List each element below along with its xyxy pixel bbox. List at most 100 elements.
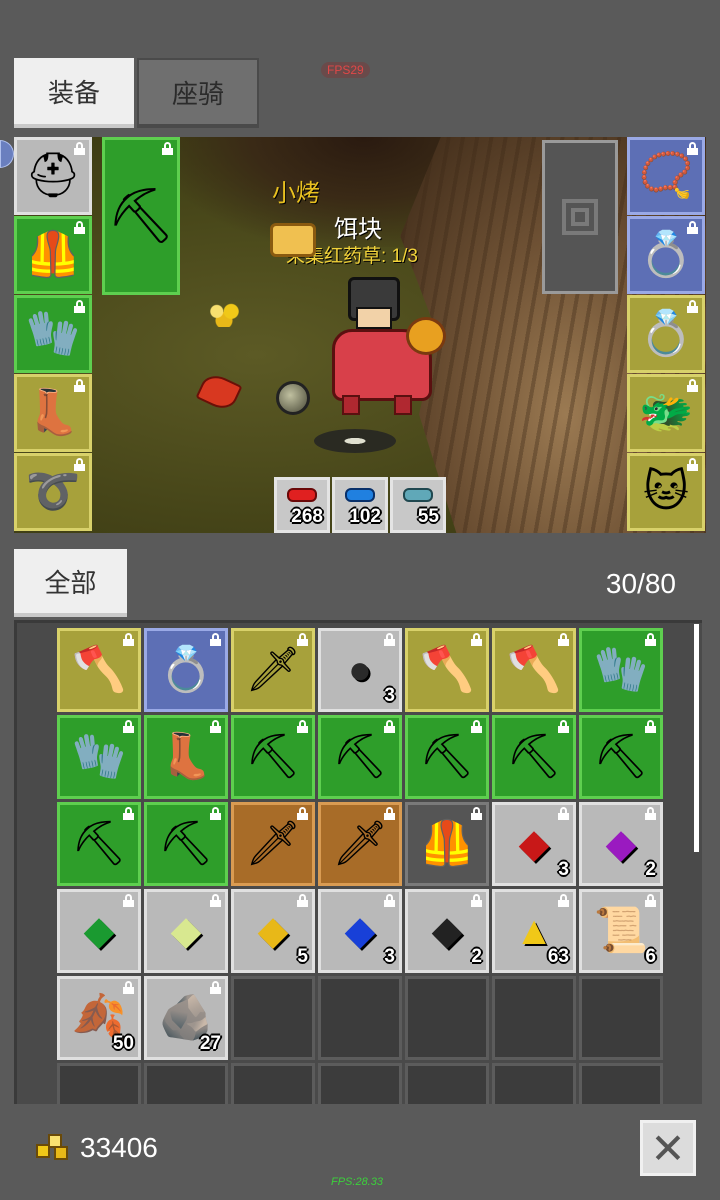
inventory-slot[interactable]: ● 3 [318,628,402,712]
inventory-slot[interactable]: 🗡 [231,628,315,712]
boots-icon: 👢 [25,388,81,437]
inventory-slot-empty[interactable] [57,1063,141,1104]
inventory-slot-empty[interactable] [231,976,315,1060]
equip-slot-pet-card-2[interactable]: 🐱 [627,453,705,531]
inventory-slot-empty[interactable] [318,976,402,1060]
lock-icon [123,894,134,907]
inventory-slot-empty[interactable] [579,976,663,1060]
pickaxe-icon: ⛏ [106,186,176,246]
pickaxe-icon: ⛏ [506,732,562,781]
inventory-slot-empty[interactable] [492,976,576,1060]
black-gem-icon: ◆ [431,909,463,953]
sword-icon: 🗡 [245,645,301,694]
gold-icon [36,1134,70,1162]
lock-icon [384,720,395,733]
equip-slot-belt[interactable]: ➰ [14,453,92,531]
hotbar-slot-teal-potion[interactable]: 55 [390,477,446,533]
equip-slot-ring-2[interactable]: 💍 [627,295,705,373]
inventory-slot-empty[interactable] [405,976,489,1060]
gold-pile-icon: ▲ [514,909,554,953]
inventory-slot[interactable]: ◆ 2 [405,889,489,973]
lock-icon [297,633,308,646]
close-button[interactable]: ✕ [640,1120,696,1176]
blue-gem-icon: ◆ [344,909,376,953]
inventory-slot[interactable]: 🪨 27 [144,976,228,1060]
inventory-slot[interactable]: 🪓 [57,628,141,712]
player-sprite [332,277,462,427]
tab-mount[interactable]: 座骑 [137,58,259,128]
inventory-slot[interactable]: ◆ 3 [318,889,402,973]
lock-icon [123,981,134,994]
purple-gem-icon: ◆ [605,822,637,866]
blue-potion-icon [345,488,375,502]
equip-slot-necklace[interactable]: 📿 [627,137,705,215]
lock-icon [558,807,569,820]
inventory-slot[interactable]: ⛏ [318,715,402,799]
inventory-slot[interactable]: ◆ [57,889,141,973]
inventory-slot[interactable]: ▲ 63 [492,889,576,973]
lock-icon [645,894,656,907]
inventory-slot[interactable]: ⛏ [405,715,489,799]
inventory-slot[interactable]: ⛏ [144,802,228,886]
target-toggle-button[interactable] [542,140,618,294]
inventory-slot[interactable]: ⛏ [492,715,576,799]
inventory-slot[interactable]: 🧤 [57,715,141,799]
inventory-slot[interactable]: ⛏ [57,802,141,886]
inventory-slot[interactable]: 🍂 50 [57,976,141,1060]
inventory-slot[interactable]: 🗡 [318,802,402,886]
lock-icon [471,894,482,907]
inventory-slot[interactable]: 🦺 [405,802,489,886]
dark-armor-icon: 🦺 [419,819,475,868]
pale-gem-icon: ◆ [170,909,202,953]
inventory-slot[interactable]: ⛏ [231,715,315,799]
hotbar-slot-blue-potion[interactable]: 102 [332,477,388,533]
inventory-slot[interactable]: 📜 6 [579,889,663,973]
inventory-slot-empty[interactable] [318,1063,402,1104]
inventory-slot[interactable]: 👢 [144,715,228,799]
inventory-slot-empty[interactable] [231,1063,315,1104]
leather-armor-icon: 🦺 [25,230,81,279]
potion-count: 268 [291,506,323,527]
equip-slot-pet-card-1[interactable]: 🐲 [627,374,705,452]
axe-icon: 🪓 [506,645,562,694]
green-gem-icon: ◆ [83,909,115,953]
hotbar-slot-red-potion[interactable]: 268 [274,477,330,533]
equip-slot-ring-1[interactable]: 💍 [627,216,705,294]
inventory-slot[interactable]: ◆ 5 [231,889,315,973]
lock-icon [384,807,395,820]
side-toggle-tab[interactable] [0,140,14,168]
inventory-slot[interactable]: ◆ 3 [492,802,576,886]
boots-icon: 👢 [158,732,214,781]
equip-slot-helmet[interactable]: ⛑ [14,137,92,215]
inventory-slot[interactable]: 🪓 [492,628,576,712]
inventory-slot[interactable]: ⛏ [579,715,663,799]
item-count: 6 [645,946,656,967]
filter-all-button[interactable]: 全部 [14,549,127,617]
inventory-slot[interactable]: ◆ [144,889,228,973]
equip-slot-armor[interactable]: 🦺 [14,216,92,294]
inventory-scrollbar[interactable] [694,624,699,852]
inventory-slot-empty[interactable] [579,1063,663,1104]
equip-slot-boots[interactable]: 👢 [14,374,92,452]
weapon-slot[interactable]: ⛏ [102,137,180,295]
gloves-icon: 🧤 [25,309,81,358]
inventory-slot[interactable]: 🪓 [405,628,489,712]
lock-icon [558,633,569,646]
equip-slot-gloves[interactable]: 🧤 [14,295,92,373]
inventory-slot-empty[interactable] [144,1063,228,1104]
inventory-slot[interactable]: 🗡 [231,802,315,886]
lock-icon [297,720,308,733]
inventory-slot-empty[interactable] [405,1063,489,1104]
horned-helmet-icon: ⛑ [25,151,81,200]
inventory-slot[interactable]: 💍 [144,628,228,712]
lock-icon [74,458,85,471]
item-count: 27 [199,1033,221,1054]
inventory-slot[interactable]: 🧤 [579,628,663,712]
lock-icon [687,379,698,392]
inventory-slot[interactable]: ◆ 2 [579,802,663,886]
lock-icon [74,300,85,313]
inventory-slot-empty[interactable] [492,1063,576,1104]
tab-equipment[interactable]: 装备 [14,58,134,128]
lock-icon [74,142,85,155]
pet-card-icon: 🐱 [643,467,689,516]
